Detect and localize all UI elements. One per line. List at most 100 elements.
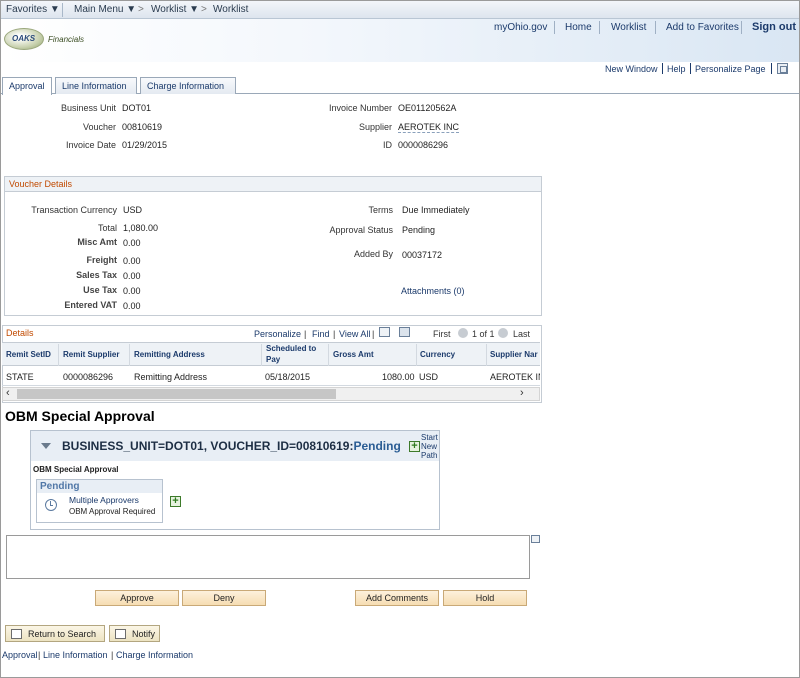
approve-button[interactable]: Approve	[95, 590, 179, 606]
id-label: ID	[383, 140, 392, 150]
header-banner: OAKS Financials myOhio.gov Home Worklist…	[1, 19, 799, 62]
chevron-down-icon: ▼	[126, 4, 137, 15]
transaction-currency-label: Transaction Currency	[31, 205, 117, 215]
supplier-value[interactable]: AEROTEK INC	[398, 122, 460, 133]
hold-button[interactable]: Hold	[443, 590, 527, 606]
entered-vat-value: 0.00	[123, 301, 141, 311]
added-by-value: 00037172	[402, 250, 443, 260]
help-link[interactable]: Help	[667, 64, 686, 74]
notify-icon	[115, 629, 126, 639]
cell-scheduled-to-pay: 05/18/2015	[265, 372, 311, 382]
voucher-details-title: Voucher Details	[9, 179, 73, 189]
total-label: Total	[97, 223, 117, 233]
attachments-link[interactable]: Attachments (0)	[401, 286, 465, 296]
invoice-number-label: Invoice Number	[328, 103, 392, 113]
transaction-currency-value: USD	[123, 205, 143, 215]
personalize-page-link[interactable]: Personalize Page	[695, 64, 766, 74]
terms-label: Terms	[368, 205, 394, 215]
previous-arrow-icon	[458, 328, 468, 338]
view-all-link[interactable]: View All	[339, 329, 370, 339]
personalize-link[interactable]: Personalize	[254, 329, 301, 339]
tab-line-information[interactable]: Line Information	[55, 77, 137, 94]
expand-icon[interactable]	[379, 327, 390, 337]
download-grid-icon[interactable]	[399, 327, 410, 337]
freight-label: Freight	[86, 255, 118, 265]
add-to-favorites-link[interactable]: Add to Favorites	[666, 22, 739, 33]
voucher-value: 00810619	[122, 122, 163, 132]
sign-out-link[interactable]: Sign out	[752, 21, 796, 33]
cell-gross-amt: 1080.00	[382, 372, 415, 382]
chevron-down-icon: ▼	[49, 4, 60, 15]
myohio-link[interactable]: myOhio.gov	[494, 22, 547, 33]
footer-link-charge-information[interactable]: Charge Information	[116, 650, 193, 660]
total-value: 1,080.00	[123, 223, 159, 233]
scroll-right-icon[interactable]: ›	[520, 387, 524, 399]
row-range: 1 of 1	[472, 329, 495, 339]
collapse-triangle-icon[interactable]	[41, 443, 51, 449]
add-comments-button[interactable]: Add Comments	[355, 590, 439, 606]
page-grid-icon[interactable]	[777, 63, 788, 74]
use-tax-label: Use Tax	[83, 285, 117, 295]
business-unit-label: Business Unit	[60, 103, 116, 113]
clock-icon	[45, 499, 57, 511]
col-remit-setid[interactable]: Remit SetID	[6, 350, 51, 359]
horizontal-scrollbar[interactable]: ‹ ›	[2, 387, 540, 401]
deny-button[interactable]: Deny	[182, 590, 266, 606]
details-title: Details	[6, 328, 34, 338]
approval-required-text: OBM Approval Required	[69, 507, 156, 516]
add-path-icon[interactable]: +	[409, 441, 420, 452]
tab-approval[interactable]: Approval	[2, 77, 52, 95]
col-remit-supplier[interactable]: Remit Supplier	[63, 350, 119, 359]
home-link[interactable]: Home	[565, 22, 592, 33]
scroll-left-icon[interactable]: ‹	[6, 387, 10, 399]
cell-remit-setid: STATE	[6, 372, 34, 382]
col-scheduled-to-pay[interactable]: Scheduled to	[266, 344, 316, 353]
cell-remit-supplier: 0000086296	[63, 372, 114, 382]
freight-value: 0.00	[123, 256, 141, 266]
favorites-menu[interactable]: Favorites ▼	[6, 4, 60, 15]
worklist-link[interactable]: Worklist	[611, 22, 646, 33]
step-status: Pending	[37, 480, 162, 493]
main-menu[interactable]: Main Menu ▼	[74, 4, 136, 15]
multiple-approvers-link[interactable]: Multiple Approvers	[69, 495, 139, 505]
col-remitting-address[interactable]: Remitting Address	[134, 350, 205, 359]
scrollbar-thumb[interactable]	[17, 389, 336, 399]
col-currency[interactable]: Currency	[420, 350, 455, 359]
return-to-search-button[interactable]: Return to Search	[5, 625, 105, 642]
footer-link-line-information[interactable]: Line Information	[43, 650, 108, 660]
add-approver-icon[interactable]: +	[170, 496, 181, 507]
col-supplier-name[interactable]: Supplier Nar	[490, 350, 540, 359]
approval-path-box: BUSINESS_UNIT=DOT01, VOUCHER_ID=00810619…	[30, 430, 440, 530]
cell-supplier-name: AEROTEK IN	[490, 372, 540, 382]
approval-key-line: BUSINESS_UNIT=DOT01, VOUCHER_ID=00810619…	[62, 439, 401, 453]
return-to-search-icon	[11, 629, 22, 639]
tab-charge-information[interactable]: Charge Information	[140, 77, 236, 94]
first-link: First	[433, 329, 451, 339]
approval-status-value: Pending	[402, 225, 436, 235]
invoice-date-value: 01/29/2015	[122, 140, 168, 150]
divider	[62, 3, 63, 17]
sales-tax-value: 0.00	[123, 271, 141, 281]
use-tax-value: 0.00	[123, 286, 141, 296]
new-window-link[interactable]: New Window	[605, 64, 658, 74]
oaks-logo: OAKS Financials	[4, 28, 84, 50]
breadcrumb-current: Worklist	[213, 4, 249, 15]
next-arrow-icon	[498, 328, 508, 338]
comments-textarea[interactable]	[6, 535, 530, 579]
notify-button[interactable]: Notify	[109, 625, 160, 642]
misc-amt-value: 0.00	[123, 238, 141, 248]
breadcrumb-separator-icon: >	[201, 4, 207, 15]
approval-step-box: Pending Multiple Approvers OBM Approval …	[36, 479, 163, 523]
cell-currency: USD	[419, 372, 439, 382]
footer-link-approval[interactable]: Approval	[2, 650, 38, 660]
supplier-label: Supplier	[358, 122, 392, 132]
col-gross-amt[interactable]: Gross Amt	[333, 350, 374, 359]
voucher-label: Voucher	[82, 122, 116, 132]
invoice-number-value: OE01120562A	[398, 103, 457, 113]
invoice-date-label: Invoice Date	[65, 140, 116, 150]
find-link[interactable]: Find	[312, 329, 330, 339]
expand-comment-icon[interactable]	[531, 535, 540, 543]
breadcrumb-worklist[interactable]: Worklist ▼	[151, 4, 199, 15]
start-new-path-link[interactable]: Start New Path	[421, 433, 438, 460]
cell-remitting-address-link[interactable]: Remitting Address	[134, 372, 207, 382]
